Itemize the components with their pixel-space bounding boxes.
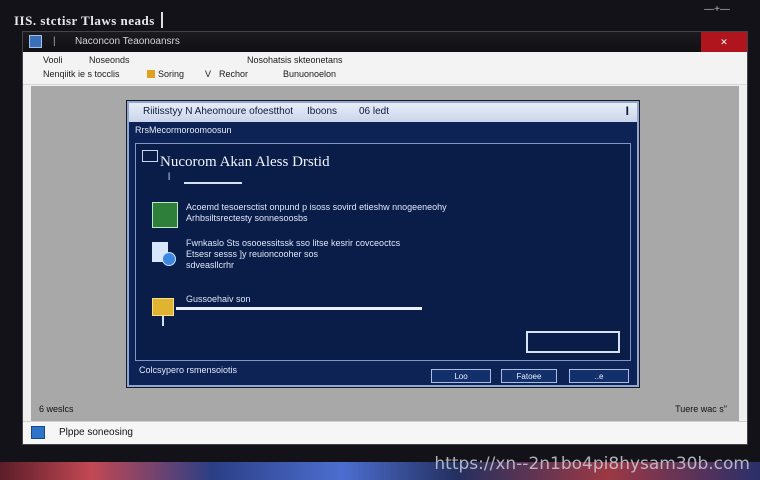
titlebar-separator: |: [53, 36, 56, 47]
dialog: Riitisstyy N Aheomoure ofoestthot Iboons…: [127, 101, 639, 387]
folder-icon: [147, 70, 155, 78]
panel-heading: Nucorom Akan Aless Drstid: [160, 154, 330, 170]
content-right-label: Tuere wac s": [675, 404, 727, 414]
list-item-text: Acoemd tesoersctist onpund p isoss sovir…: [186, 202, 447, 223]
green-shield-icon: [152, 202, 178, 228]
content-left-label: 6 weslcs: [39, 404, 74, 414]
watermark-url: https://xn--2n1bo4pi8hysam30b.com: [434, 454, 750, 474]
top-right-marks: —+—: [704, 4, 730, 15]
dialog-panel: Nucorom Akan Aless Drstid l Acoemd tesoe…: [135, 143, 631, 361]
app-icon[interactable]: [29, 35, 42, 48]
dialog-title-tab[interactable]: Iboons: [307, 106, 337, 117]
cancel-button[interactable]: Fatoee: [501, 369, 557, 383]
text-input[interactable]: [526, 331, 620, 353]
progress-bar: [176, 307, 422, 310]
progress-fill: [176, 307, 422, 310]
menu-item-rechor[interactable]: Rechor: [219, 69, 248, 79]
menu-item-noseonds[interactable]: Noseonds: [89, 55, 130, 65]
window-titlebar: | Naconcon Teaonoansrs ✕: [23, 32, 747, 52]
dialog-titlebar: Riitisstyy N Aheomoure ofoestthot Iboons…: [129, 103, 637, 122]
status-text: Plppe soneosing: [59, 427, 133, 438]
dialog-subtitle: RrsMecormoroomoosun: [135, 125, 232, 135]
ok-button[interactable]: Loo: [431, 369, 491, 383]
list-item-text: Fwnkaslo Sts osooessitssk sso litse kesr…: [186, 238, 401, 270]
user-globe-icon: [152, 238, 178, 266]
menu-item-nosohatsis[interactable]: Nosohatsis skteonetans: [247, 55, 343, 65]
window-icon: [142, 150, 158, 162]
top-title: IIS. stctisr Tlaws neads: [14, 12, 163, 29]
menu-item-soring[interactable]: Soring: [147, 69, 184, 79]
panel-underline: [184, 182, 242, 184]
close-button[interactable]: ✕: [701, 32, 747, 52]
monitor-icon: [31, 426, 45, 439]
menubar: Vooli Noseonds Nosohatsis skteonetans Ne…: [23, 52, 747, 85]
menu-item-vooli[interactable]: Vooli: [43, 55, 63, 65]
help-button[interactable]: ..e: [569, 369, 629, 383]
list-item-text: Gussoehaiv son: [186, 294, 251, 304]
statusbar: Plppe soneosing: [23, 421, 747, 444]
dialog-title-extra[interactable]: 06 ledt: [359, 106, 389, 117]
dialog-footer-text: Colcsypero rsmensoiotis: [139, 365, 238, 375]
menu-item-nenqiitk[interactable]: Nenqiitk ie s tocclis: [43, 69, 120, 79]
dialog-title: Riitisstyy N Aheomoure ofoestthot: [143, 106, 294, 117]
window-title: Naconcon Teaonoansrs: [75, 36, 180, 47]
menu-item-bunuonoelon[interactable]: Bunuonoelon: [283, 69, 336, 79]
panel-small-label: l: [168, 172, 171, 183]
folder-icon: [152, 294, 178, 326]
text-cursor-icon: I: [625, 104, 629, 118]
menu-item-v[interactable]: V: [205, 69, 211, 79]
text-cursor-icon: [160, 12, 163, 28]
monitor-screen: IIS. stctisr Tlaws neads —+— | Naconcon …: [0, 0, 760, 480]
close-icon: ✕: [720, 37, 728, 47]
